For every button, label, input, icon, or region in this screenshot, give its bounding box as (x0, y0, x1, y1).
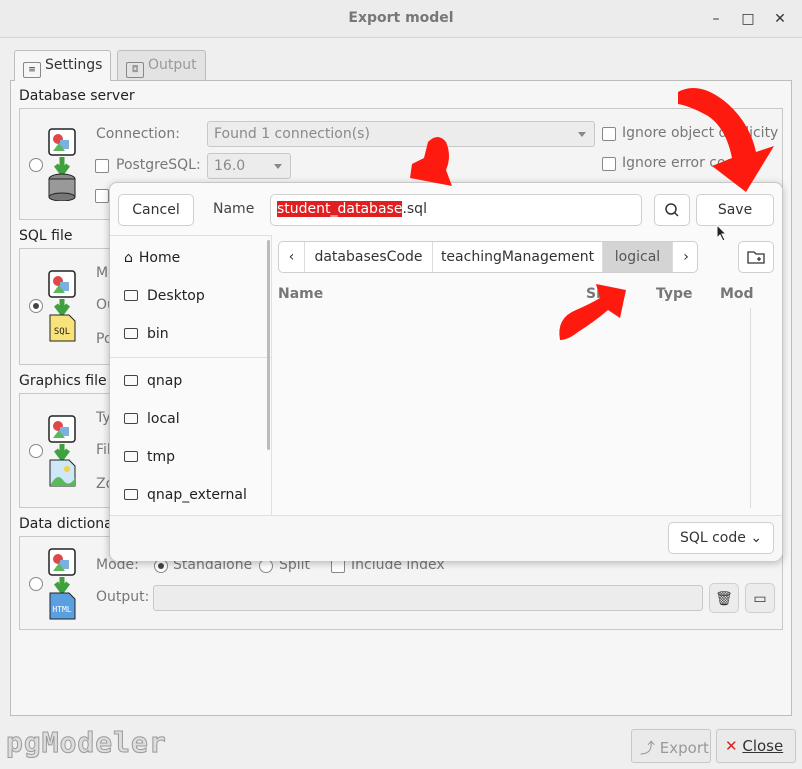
annotation-overlay (410, 88, 774, 340)
annotation-arrow-filename (410, 137, 452, 186)
annotation-arrow-save (678, 88, 774, 192)
tab-settings[interactable]: ≡ Settings (14, 50, 112, 81)
annotation-arrow-logical (559, 284, 626, 340)
settings-icon: ≡ (23, 62, 41, 78)
